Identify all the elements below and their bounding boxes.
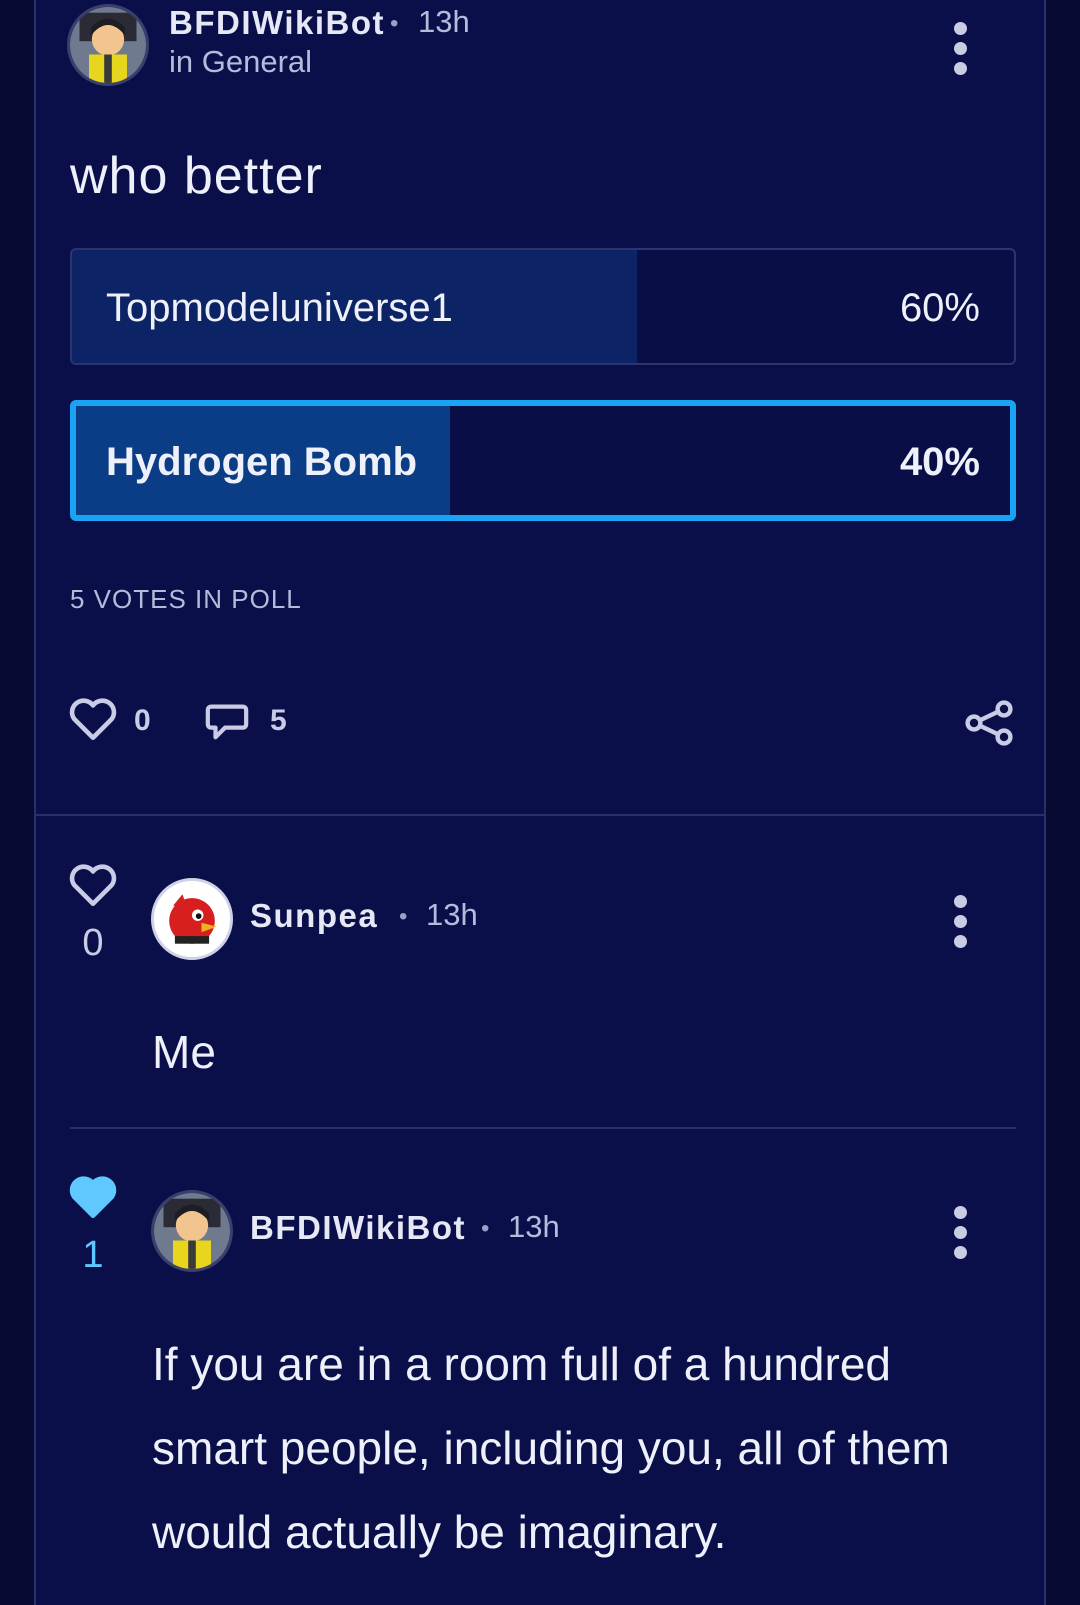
comment-time: 13h [508,1209,560,1244]
poll-option-selected[interactable]: Hydrogen Bomb 40% [70,400,1016,521]
separator-dot: • [390,10,399,37]
heart-icon[interactable] [68,862,118,908]
share-icon[interactable] [964,698,1016,748]
post-like-count: 0 [134,704,151,737]
heart-icon[interactable] [68,696,118,742]
comment-author-avatar[interactable] [151,1190,233,1272]
post-card: BFDIWikiBot • 13h in General who better … [34,0,1046,1605]
more-vertical-icon[interactable] [954,895,968,955]
comment-body: If you are in a room full of a hundred s… [152,1338,950,1558]
section-divider [34,814,1046,816]
poll-option-percent: 60% [899,286,980,330]
comment-like-count: 1 [82,1234,104,1276]
separator-dot: • [399,903,408,930]
poll-option[interactable]: Topmodeluniverse1 60% [70,248,1016,365]
post-author-avatar[interactable] [67,4,149,86]
comment-author-name[interactable]: Sunpea [250,897,378,935]
post-location[interactable]: in General [169,44,312,80]
post-title: who better [70,147,323,205]
heart-filled-icon[interactable] [68,1174,118,1220]
separator-dot: • [481,1215,490,1242]
comment-author-avatar[interactable] [151,878,233,960]
comment-author-name[interactable]: BFDIWikiBot [250,1209,466,1247]
poll-vote-count: 5 VOTES IN POLL [70,584,302,614]
poll-option-percent: 40% [899,440,980,484]
comment-divider [70,1127,1016,1129]
more-vertical-icon[interactable] [954,1206,968,1266]
post-comment-count: 5 [270,704,287,737]
poll-option-label: Topmodeluniverse1 [106,286,453,330]
comment-time: 13h [426,897,478,932]
poll-option-label: Hydrogen Bomb [106,440,418,484]
comment-body: Me [152,1026,216,1078]
post-time: 13h [418,4,470,39]
post-author-name[interactable]: BFDIWikiBot [169,4,385,42]
comment-icon[interactable] [204,697,250,743]
more-vertical-icon[interactable] [954,22,968,82]
comment-like-count: 0 [82,922,104,964]
